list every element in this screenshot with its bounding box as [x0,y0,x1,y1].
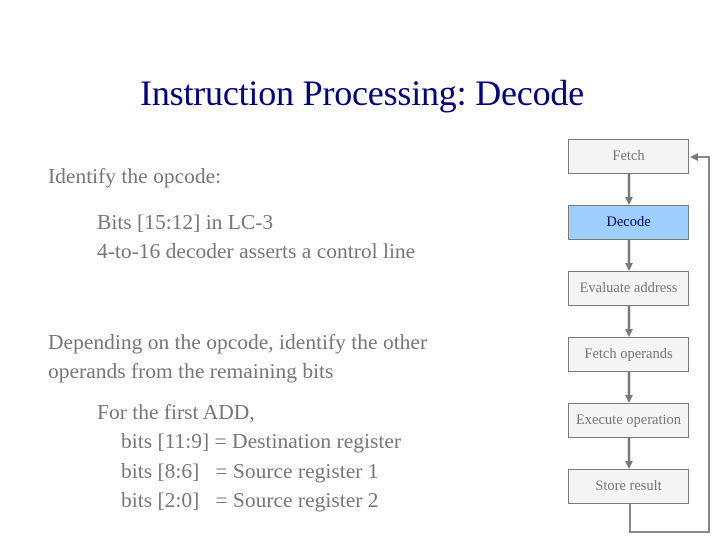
stage-decode-label: Decode [606,214,651,230]
stage-execute-operation-label: Execute operation [575,412,682,428]
stage-evaluate-address[interactable]: Evaluate address [568,271,689,306]
stage-evaluate-address-label: Evaluate address [579,280,678,296]
sub-bullet-first-add: For the first ADD, [97,400,255,424]
detail-source-register-1: bits [8:6] = Source register 1 [121,459,379,483]
stage-fetch-label: Fetch [612,148,645,164]
stage-store-result[interactable]: Store result [568,469,689,504]
stage-decode[interactable]: Decode [568,205,689,240]
stage-execute-operation[interactable]: Execute operation [568,403,689,438]
stage-fetch-operands[interactable]: Fetch operands [568,337,689,372]
bullet-depending-line2: operands from the remaining bits [48,359,334,383]
stage-fetch[interactable]: Fetch [568,139,689,174]
detail-source-register-2: bits [2:0] = Source register 2 [121,488,379,512]
sub-bullet-bits: Bits [15:12] in LC-3 [97,210,274,234]
slide-title: Instruction Processing: Decode [0,72,720,114]
stage-store-result-label: Store result [595,478,662,494]
slide-title-text: Instruction Processing: Decode [140,73,584,113]
bullet-depending-line1: Depending on the opcode, identify the ot… [48,330,428,354]
stage-fetch-operands-label: Fetch operands [584,346,673,362]
sub-bullet-decoder: 4-to-16 decoder asserts a control line [97,239,416,263]
detail-destination-register: bits [11:9] = Destination register [121,429,402,453]
bullet-identify-opcode: Identify the opcode: [48,164,222,188]
